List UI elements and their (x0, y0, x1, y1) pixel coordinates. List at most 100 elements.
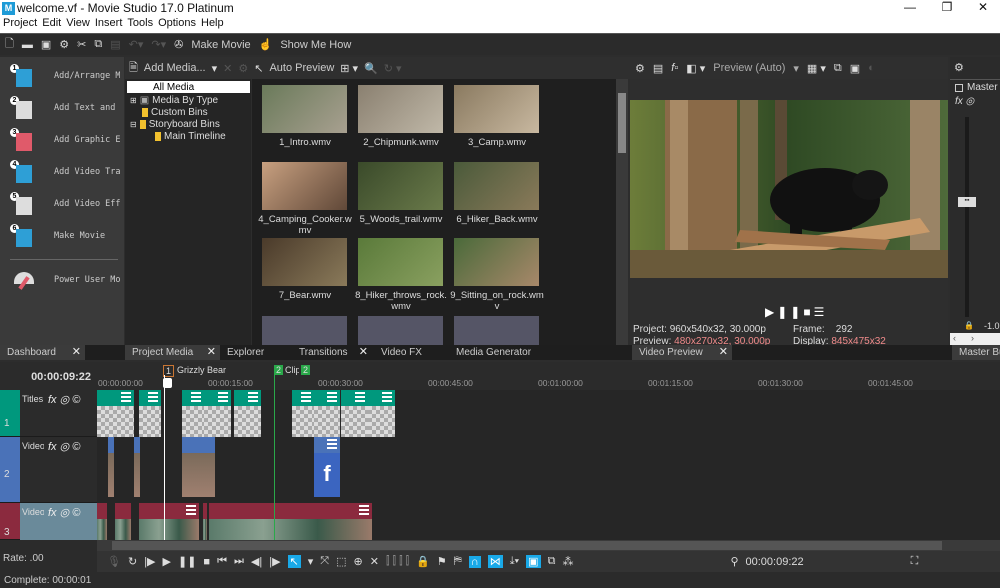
marker-2[interactable]: 2 Clip 2 (274, 365, 311, 375)
close-button[interactable]: ✕ (968, 0, 998, 17)
media-thumbnail[interactable] (262, 316, 347, 345)
lock-icon[interactable]: 🔒 (416, 555, 430, 568)
track-fx-icon[interactable]: fx ◎ © (48, 393, 80, 406)
dashboard-power-user[interactable]: Power User Mode (10, 267, 124, 293)
timeline-clip[interactable] (209, 503, 372, 540)
tab-project-media[interactable]: Project Media ✕ (125, 345, 220, 360)
save-icon[interactable]: ▣ (41, 38, 51, 51)
tab-video-preview[interactable]: Video Preview ✕ (632, 345, 732, 360)
envelope-tool-icon[interactable]: ⤧ (320, 555, 329, 568)
tab-dashboard[interactable]: Dashboard ✕ (0, 345, 85, 360)
clip-menu-icon[interactable] (327, 439, 337, 449)
dashboard-item-2[interactable]: 2Add Text and Titles (10, 95, 124, 121)
fullscreen-icon[interactable]: ⛶ (911, 555, 919, 568)
play-icon[interactable]: ▶ (765, 305, 777, 319)
master-fader-handle[interactable]: ▪▪ (958, 197, 976, 207)
timeline-clip[interactable] (134, 437, 140, 497)
tree-main-timeline[interactable]: Main Timeline (155, 130, 226, 142)
loop-icon[interactable]: ↻ (128, 555, 137, 568)
media-thumbnail[interactable] (358, 85, 443, 133)
timeline-clip[interactable] (139, 390, 161, 437)
zoom-tool-icon[interactable]: ⊕ (354, 555, 363, 568)
make-movie-button[interactable]: Make Movie (191, 39, 250, 51)
clip-menu-icon[interactable] (148, 392, 158, 402)
marker-1[interactable]: 1 Grizzly Bear (163, 365, 226, 377)
copy-icon[interactable]: ⧉ (94, 38, 102, 51)
dashboard-item-5[interactable]: 5Add Video Effects (10, 191, 124, 217)
timeline-clip[interactable] (182, 437, 215, 497)
fx-icon[interactable]: f▫ (671, 62, 678, 74)
media-thumbnail[interactable] (358, 162, 443, 210)
media-thumbnail[interactable] (454, 238, 539, 286)
tree-custom-bins[interactable]: Custom Bins (142, 106, 208, 118)
timeline-clip[interactable] (204, 390, 231, 437)
delete-icon[interactable]: ✕ (370, 555, 379, 568)
track-name[interactable]: Video (22, 441, 44, 451)
track-fx-icon[interactable]: fx ◎ © (48, 440, 80, 453)
split-screen-icon[interactable]: ◧ ▾ (686, 62, 705, 75)
stop-icon[interactable]: ■ (803, 305, 813, 319)
auto-crossfade-icon[interactable]: ⋈ (487, 555, 503, 568)
timeline-ruler[interactable]: 1 Grizzly Bear 2 Clip 2 00:00:00:00 00:00:15… (97, 362, 1000, 390)
timeline-clip[interactable] (108, 437, 114, 497)
external-monitor-icon[interactable]: ◐ (868, 62, 875, 74)
grouping-icon[interactable]: ▣ (526, 555, 541, 568)
auto-preview-button[interactable]: Auto Preview (269, 62, 334, 74)
prev-frame-icon[interactable]: ◀| (251, 555, 262, 568)
timeline-clip[interactable] (368, 390, 395, 437)
save-snapshot-icon[interactable]: ▣ (850, 62, 860, 75)
tree-storyboard-bins[interactable]: ⊟ Storyboard Bins (130, 118, 220, 130)
auto-preview-icon[interactable]: ↖ (254, 62, 263, 75)
timeline-clip[interactable] (292, 390, 314, 437)
media-thumbnail[interactable] (358, 238, 443, 286)
menu-tools[interactable]: Tools (127, 17, 153, 33)
clip-menu-icon[interactable] (191, 392, 201, 402)
menu-project[interactable]: Project (3, 17, 37, 33)
go-to-start-icon[interactable]: ⏮ (217, 555, 227, 568)
gear-icon[interactable]: ⚙ (635, 62, 645, 75)
dashboard-item-6[interactable]: 6 Make Movie (10, 223, 124, 249)
track-lane[interactable] (97, 503, 1000, 540)
stop-icon[interactable]: ■ (203, 556, 210, 568)
selection-tool-icon[interactable]: ⬚ (336, 555, 346, 568)
ungroup-icon[interactable]: ⧉ (548, 555, 556, 568)
media-thumbnail[interactable] (262, 162, 347, 210)
menu-options[interactable]: Options (158, 17, 196, 33)
grid-icon[interactable]: ▦ ▾ (807, 62, 826, 75)
cursor-time[interactable]: 00:00:09:22 (746, 556, 804, 568)
refresh-icon[interactable]: ↻ ▾ (384, 62, 402, 75)
track-name[interactable]: Video (22, 507, 44, 517)
minimize-button[interactable]: — (895, 0, 925, 17)
copy-snapshot-icon[interactable]: ⧉ (834, 62, 842, 75)
timeline-clip[interactable] (203, 503, 207, 540)
normal-edit-tool-icon[interactable]: ↖ (287, 555, 301, 568)
tab-media-generator[interactable]: Media Generator (449, 345, 549, 360)
record-icon[interactable]: 🎙 (107, 555, 121, 568)
ripple-icon[interactable]: ⤓▾ (510, 555, 519, 568)
event-fx-icon[interactable]: ⁂ (562, 555, 573, 568)
track-lane[interactable] (97, 390, 1000, 437)
track-lane[interactable]: f (97, 437, 1000, 503)
tab-explorer[interactable]: Explorer (220, 345, 290, 360)
timeline-clip[interactable] (234, 390, 261, 437)
dashboard-item-4[interactable]: 4Add Video Transitions (10, 159, 124, 185)
trim-icon[interactable]: ⫿ ⫿ ⫿ ⫿ (386, 555, 409, 568)
timeline-scrollbar[interactable] (97, 540, 1000, 551)
tree-media-by-type[interactable]: ⊞ ▣ Media By Type (130, 94, 218, 106)
timeline-clip[interactable] (139, 503, 199, 540)
preview-quality-dropdown[interactable]: Preview (Auto) (713, 62, 785, 74)
timeline-clip[interactable] (97, 503, 107, 540)
timeline-clip[interactable] (182, 390, 204, 437)
marker-icon[interactable]: ⚑ (437, 555, 447, 568)
menu-edit[interactable]: Edit (42, 17, 61, 33)
track-name[interactable]: Titles (22, 394, 44, 404)
clip-menu-icon[interactable] (301, 392, 311, 402)
timeline-clip[interactable] (314, 390, 340, 437)
dashboard-item-1[interactable]: 1Add/Arrange Media (10, 63, 124, 89)
pause-icon[interactable]: ❚❚ (777, 305, 803, 319)
menu-insert[interactable]: Insert (95, 17, 123, 33)
tab-video-fx[interactable]: Video FX (374, 345, 444, 360)
timeline-clip[interactable] (341, 390, 368, 437)
undo-icon[interactable]: ↶▾ (129, 38, 144, 51)
clip-menu-icon[interactable] (121, 392, 131, 402)
